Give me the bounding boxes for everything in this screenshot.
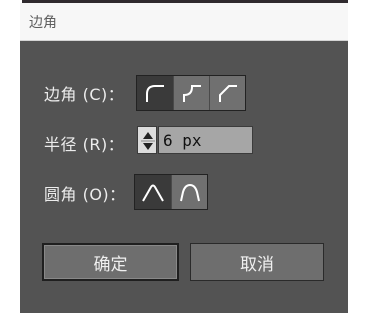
relative-rounding-icon bbox=[142, 184, 164, 202]
dialog-title: 边角 bbox=[29, 15, 57, 31]
corners-dialog: 边角 边角 (C)： 半径 (R)： 圆角 (O)： bbox=[20, 3, 348, 313]
inverted-round-corner-icon bbox=[182, 85, 201, 102]
dialog-titlebar[interactable]: 边角 bbox=[20, 3, 348, 41]
corner-label: 边角 (C)： bbox=[44, 85, 125, 104]
stepper-down-icon[interactable] bbox=[143, 143, 153, 150]
ok-button[interactable]: 确定 bbox=[42, 243, 179, 281]
radius-stepper[interactable] bbox=[137, 126, 157, 154]
corner-type-group bbox=[136, 75, 246, 111]
rounding-option-absolute[interactable] bbox=[171, 175, 207, 209]
cancel-button[interactable]: 取消 bbox=[190, 243, 324, 281]
corner-option-round[interactable] bbox=[137, 76, 173, 110]
corner-option-chamfer[interactable] bbox=[209, 76, 245, 110]
rounding-option-relative[interactable] bbox=[135, 175, 171, 209]
corner-option-inverted-round[interactable] bbox=[173, 76, 209, 110]
radius-label: 半径 (R)： bbox=[44, 135, 125, 154]
rounding-type-group bbox=[134, 174, 208, 210]
round-corner-icon bbox=[146, 85, 164, 102]
rounding-label: 圆角 (O)： bbox=[44, 185, 126, 204]
absolute-rounding-icon bbox=[179, 183, 200, 202]
chamfer-corner-icon bbox=[218, 85, 237, 102]
radius-input[interactable] bbox=[158, 126, 253, 154]
stepper-up-icon[interactable] bbox=[143, 132, 153, 139]
